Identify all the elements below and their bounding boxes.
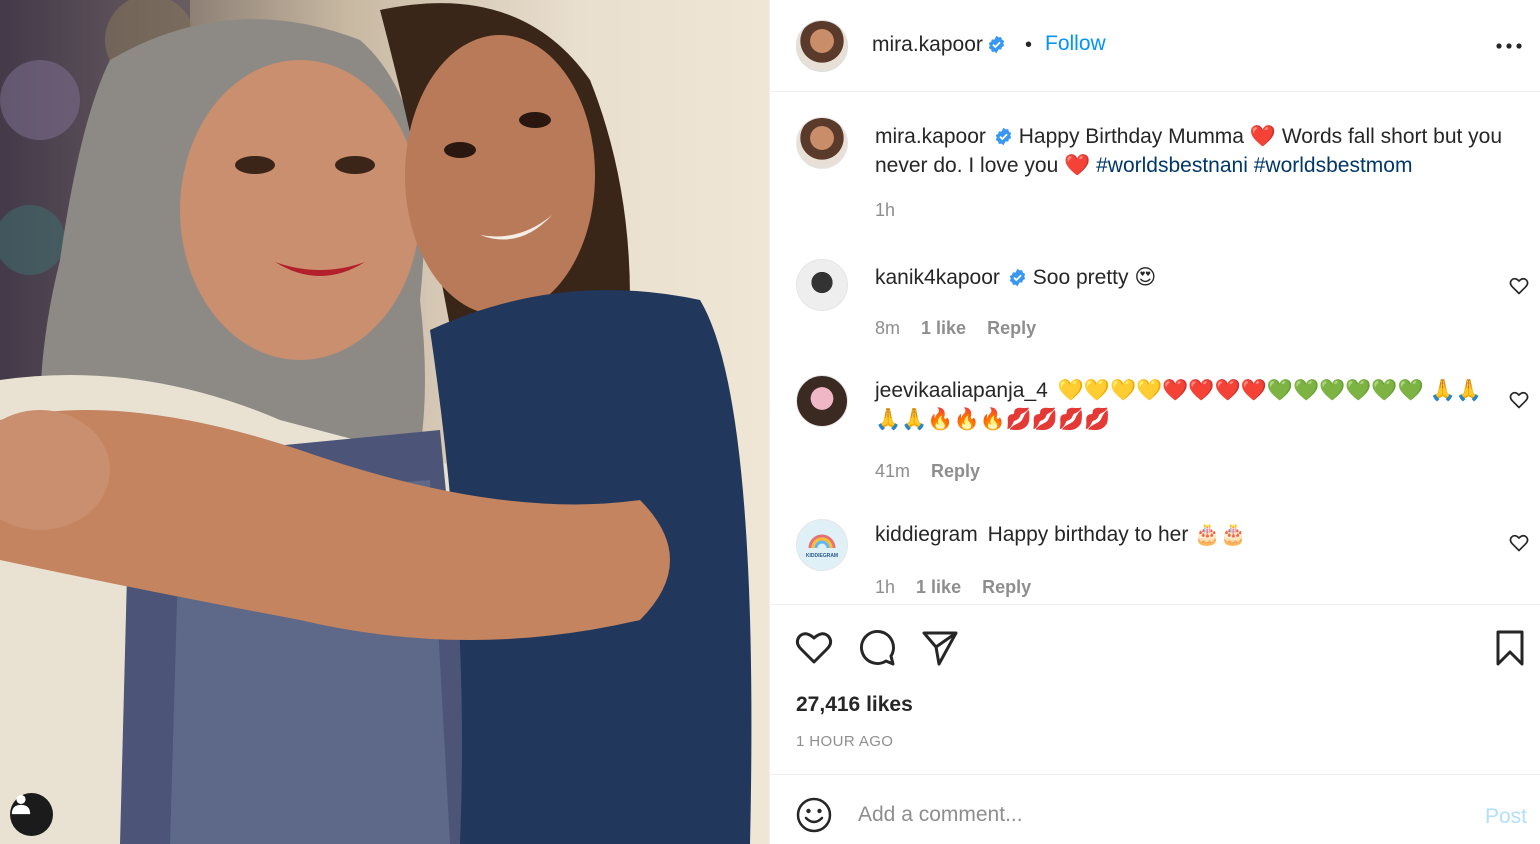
- caption-meta: 1h: [875, 200, 911, 221]
- photo-illustration: [0, 0, 752, 844]
- caption-text: mira.kapoor Happy Birthday Mumma ❤️ Word…: [875, 122, 1505, 180]
- commenter-avatar[interactable]: [796, 259, 848, 311]
- bookmark-icon[interactable]: [1490, 628, 1530, 668]
- comment-meta: 41m Reply: [875, 461, 996, 482]
- reply-button[interactable]: Reply: [987, 318, 1036, 338]
- comment-meta: 1h 1 like Reply: [875, 577, 1047, 598]
- comment-like-heart-icon[interactable]: [1509, 276, 1529, 296]
- kiddiegram-logo: KIDDIEGRAM: [806, 534, 838, 559]
- post-photo[interactable]: [0, 0, 769, 844]
- svg-text:KIDDIEGRAM: KIDDIEGRAM: [806, 553, 838, 559]
- follow-button[interactable]: Follow: [1045, 32, 1106, 56]
- comment-text: jeevikaaliapanja_4 💛💛💛💛❤️❤️❤️❤️💚💚💚💚💚💚 🙏🙏…: [875, 376, 1505, 434]
- post-comment-button[interactable]: Post: [1485, 805, 1527, 829]
- commenter-username[interactable]: kanik4kapoor: [875, 266, 1000, 289]
- post-timestamp[interactable]: 1 HOUR AGO: [796, 733, 893, 750]
- comment-time[interactable]: 8m: [875, 318, 900, 338]
- heart-icon[interactable]: [794, 628, 834, 668]
- comment-text: kiddiegram Happy birthday to her 🎂🎂: [875, 520, 1505, 549]
- reply-button[interactable]: Reply: [982, 577, 1031, 597]
- user-tag-button[interactable]: [10, 793, 53, 836]
- caption-body-1: Happy Birthday Mumma: [1018, 125, 1244, 148]
- reply-button[interactable]: Reply: [931, 461, 980, 481]
- hashtag-link[interactable]: #worldsbestnani: [1096, 154, 1248, 177]
- comment-likes[interactable]: 1 like: [921, 318, 966, 338]
- comment-body: Soo pretty 😍: [1032, 266, 1157, 289]
- comment-icon[interactable]: [857, 628, 897, 668]
- caption-heart-1: ❤️: [1249, 125, 1276, 148]
- commenter-username[interactable]: kiddiegram: [875, 523, 978, 546]
- caption-avatar[interactable]: [796, 117, 848, 169]
- hashtag-link[interactable]: #worldsbestmom: [1254, 154, 1413, 177]
- likes-count[interactable]: 27,416 likes: [796, 693, 913, 717]
- verified-badge-icon: [1009, 268, 1026, 287]
- comment-like-heart-icon[interactable]: [1509, 390, 1529, 410]
- comment-like-heart-icon[interactable]: [1509, 533, 1529, 553]
- comment-meta: 8m 1 like Reply: [875, 318, 1052, 339]
- caption-username[interactable]: mira.kapoor: [875, 125, 986, 148]
- more-options-icon[interactable]: [1495, 36, 1523, 56]
- header-separator: •: [1025, 34, 1033, 56]
- comment-time[interactable]: 41m: [875, 461, 910, 481]
- caption-heart-2: ❤️: [1064, 154, 1091, 177]
- author-avatar[interactable]: [796, 20, 848, 72]
- comment-likes[interactable]: 1 like: [916, 577, 961, 597]
- commenter-username[interactable]: jeevikaaliapanja_4: [875, 379, 1048, 402]
- share-icon[interactable]: [920, 628, 960, 668]
- author-username[interactable]: mira.kapoor: [872, 33, 983, 56]
- post-actions: 27,416 likes 1 HOUR AGO: [770, 604, 1540, 774]
- user-tag-icon: [11, 794, 31, 815]
- post-side-panel: mira.kapoor • Follow mira.kapoor Happy B…: [769, 0, 1540, 844]
- comments-list[interactable]: mira.kapoor Happy Birthday Mumma ❤️ Word…: [770, 93, 1540, 603]
- verified-badge-icon: [995, 127, 1012, 146]
- post-header: mira.kapoor • Follow: [770, 0, 1540, 92]
- commenter-avatar[interactable]: KIDDIEGRAM: [796, 519, 848, 571]
- caption-time[interactable]: 1h: [875, 200, 895, 220]
- comment-input[interactable]: [858, 795, 1438, 835]
- comment-time[interactable]: 1h: [875, 577, 895, 597]
- comment-composer: Post: [770, 774, 1540, 844]
- author-username-row[interactable]: mira.kapoor: [872, 33, 1006, 57]
- emoji-icon[interactable]: [796, 797, 832, 833]
- commenter-avatar[interactable]: [796, 375, 848, 427]
- comment-text: kanik4kapoor Soo pretty 😍: [875, 263, 1505, 292]
- comment-body: Happy birthday to her 🎂🎂: [987, 523, 1247, 546]
- verified-badge-icon: [988, 35, 1005, 54]
